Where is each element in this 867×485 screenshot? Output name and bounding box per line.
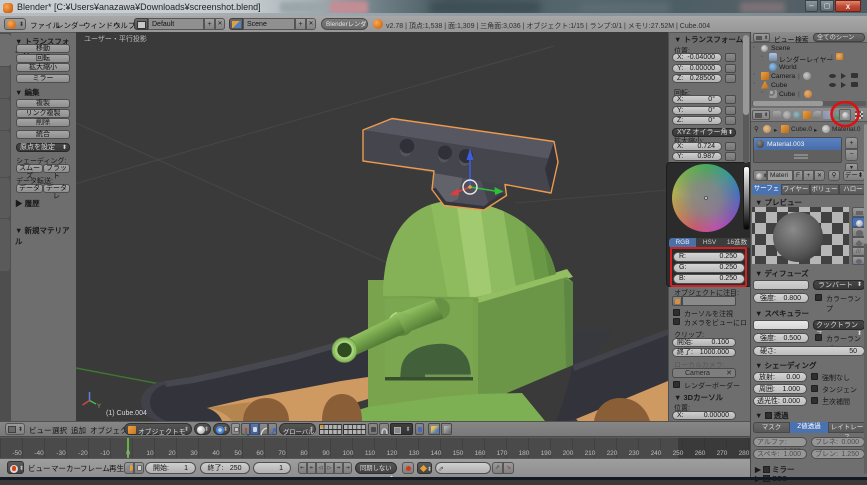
svg-text:(1) Cube.004: (1) Cube.004 xyxy=(106,410,147,417)
svg-text:ユーザー・平行投影: ユーザー・平行投影 xyxy=(84,34,147,43)
svg-text:Y: Y xyxy=(97,404,101,410)
